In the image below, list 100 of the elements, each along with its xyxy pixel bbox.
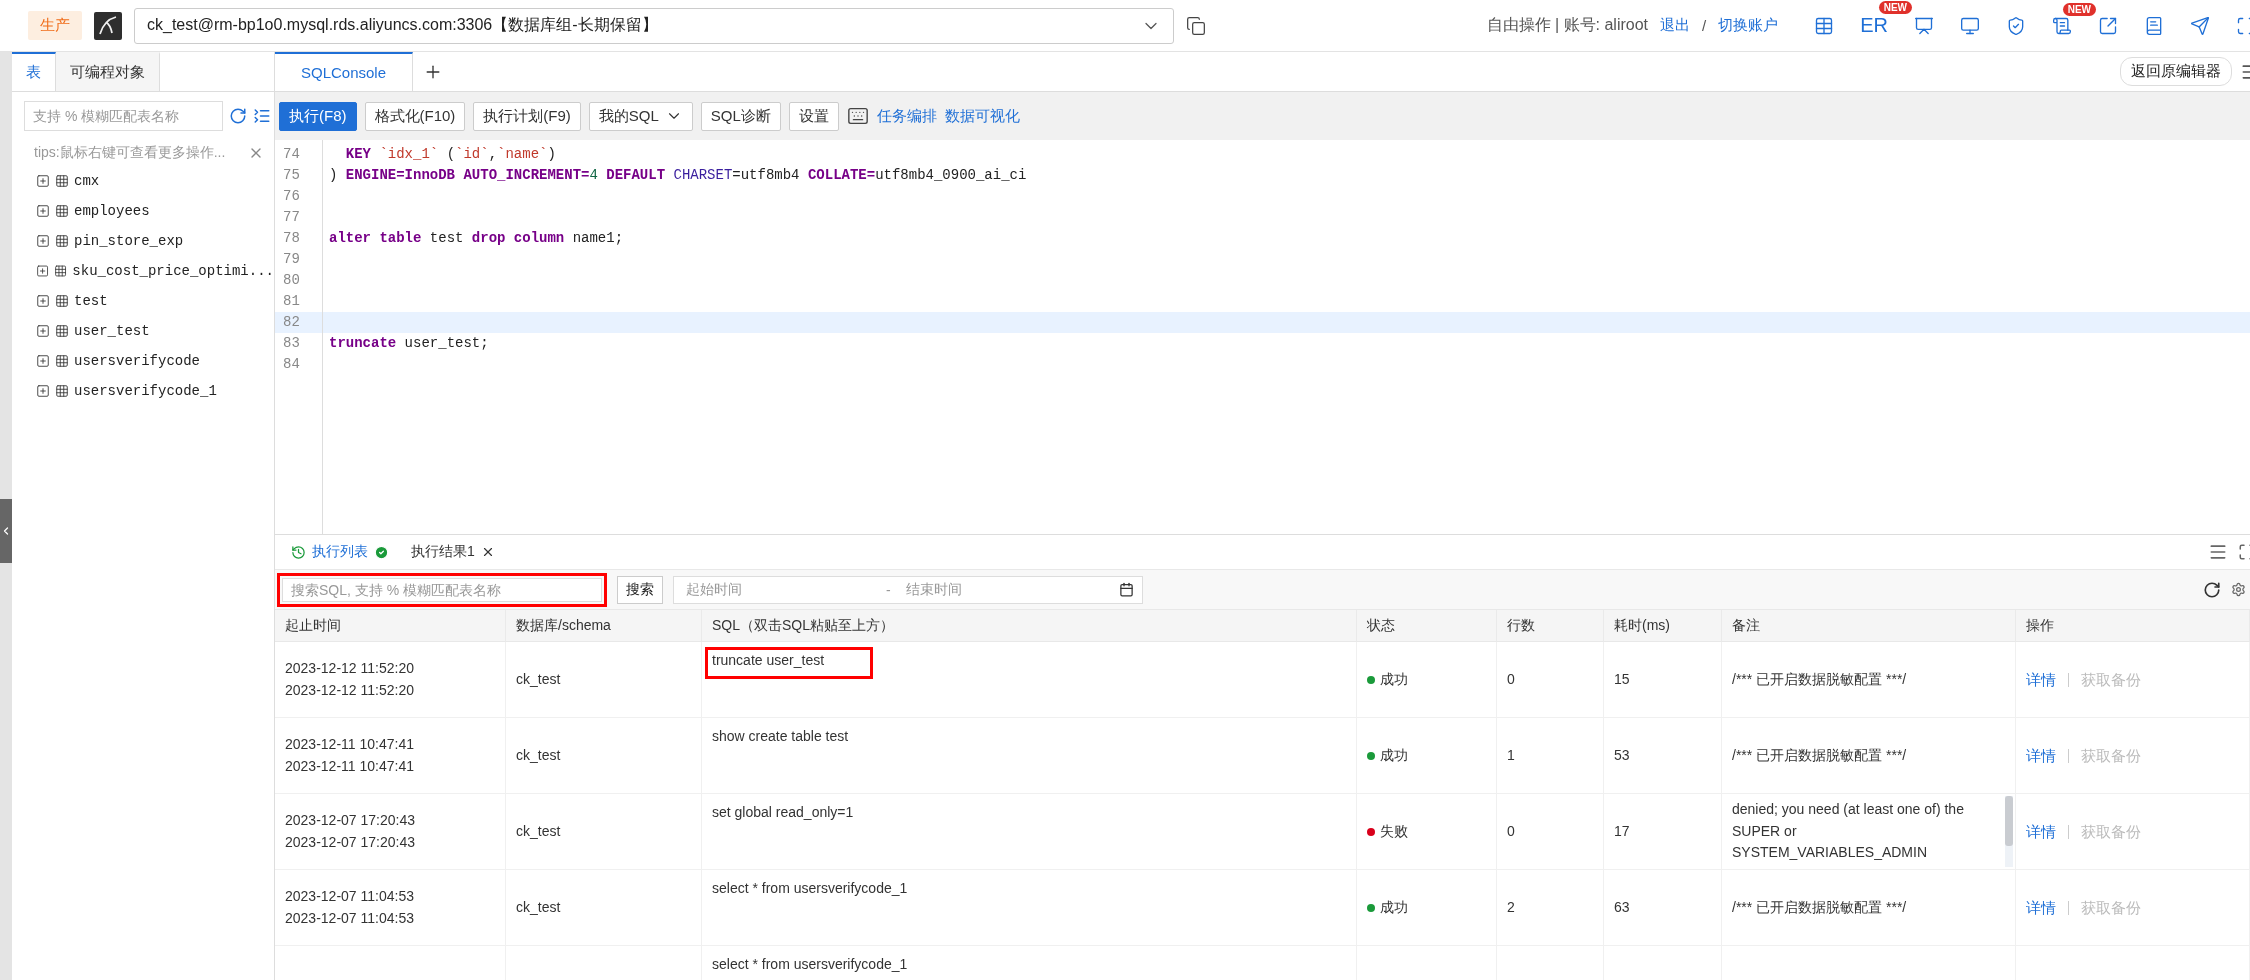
connection-select[interactable]: ck_test@rm-bp1o0.mysql.rds.aliyuncs.com:3306【数据库组-长期保留】 bbox=[134, 7, 1174, 44]
remark-text: /*** 已开启数据脱敏配置 ***/ bbox=[1732, 897, 1908, 917]
table-icon bbox=[55, 384, 69, 398]
book-icon[interactable] bbox=[2144, 15, 2164, 36]
table-name[interactable]: cmx bbox=[74, 173, 100, 189]
column-header: 耗时(ms) bbox=[1604, 610, 1722, 642]
line-number: 80 bbox=[282, 271, 301, 290]
table-name[interactable]: user_test bbox=[74, 323, 150, 339]
line-number: 76 bbox=[282, 187, 301, 206]
toolbar-button[interactable]: SQL诊断 bbox=[700, 101, 781, 131]
line-number: 77 bbox=[282, 208, 301, 227]
toolbar-link[interactable]: 任务编排 bbox=[876, 106, 937, 126]
schema-name: ck_test bbox=[516, 821, 562, 841]
table-name[interactable]: employees bbox=[74, 203, 150, 219]
link-separator: / bbox=[1702, 17, 1707, 34]
fullscreen-icon[interactable] bbox=[2236, 15, 2250, 36]
er-diagram-button[interactable]: ER bbox=[1860, 14, 1888, 37]
table-name[interactable]: usersverifycode_1 bbox=[74, 383, 217, 399]
action-link[interactable]: 详情 bbox=[2026, 819, 2056, 844]
line-number: 81 bbox=[282, 292, 301, 311]
sql-text[interactable]: set global read_only=1 bbox=[712, 804, 854, 820]
start-time: 2023-12-11 10:47:41 bbox=[285, 734, 415, 754]
switch-account-link[interactable]: 切换账户 bbox=[1718, 16, 1779, 35]
logout-link[interactable]: 退出 bbox=[1660, 16, 1691, 35]
column-header: 操作 bbox=[2016, 610, 2250, 642]
code-line: alter table test drop column name1; bbox=[328, 229, 625, 248]
remark-text: /*** 已开启数据脱敏配置 ***/ bbox=[1732, 745, 1908, 765]
expand-icon[interactable] bbox=[36, 354, 50, 368]
external-link-icon[interactable] bbox=[2098, 15, 2118, 36]
expand-icon[interactable] bbox=[36, 204, 50, 218]
end-time: 2023-12-07 17:20:43 bbox=[285, 832, 416, 852]
toolbar-button[interactable]: 格式化(F10) bbox=[364, 101, 466, 131]
sidebar-tab[interactable]: 表 bbox=[12, 52, 56, 91]
search-button[interactable]: 搜索 bbox=[617, 575, 663, 604]
sql-text[interactable]: select * from usersverifycode_1 bbox=[712, 956, 908, 972]
sql-text[interactable]: truncate user_test bbox=[712, 652, 825, 668]
expand-icon[interactable] bbox=[36, 174, 50, 188]
monitor-icon[interactable] bbox=[1960, 15, 1980, 36]
expand-icon[interactable] bbox=[36, 234, 50, 248]
line-number: 75 bbox=[282, 166, 301, 185]
column-header: 行数 bbox=[1497, 610, 1604, 642]
table-search-field[interactable]: 支持 % 模糊匹配表名称 bbox=[24, 101, 223, 131]
tip-text: tips:鼠标右键可查看更多操作... bbox=[34, 144, 226, 162]
result-tab[interactable]: 执行结果1 bbox=[405, 543, 501, 561]
start-time: 2023-12-07 17:20:43 bbox=[285, 810, 416, 830]
console-tab[interactable]: SQLConsole bbox=[275, 52, 414, 91]
toolbar-button[interactable]: 执行计划(F9) bbox=[473, 101, 581, 131]
table-name[interactable]: pin_store_exp bbox=[74, 233, 184, 249]
remark-text: denied; you need (at least one of) the SUPER or SYSTEM_VARIABLES_ADMIN bbox=[1732, 799, 1965, 863]
settings-icon[interactable] bbox=[2231, 582, 2246, 597]
end-time: 2023-12-12 11:52:20 bbox=[285, 680, 415, 700]
row-count: 1 bbox=[1507, 745, 1516, 765]
status-text: 成功 bbox=[1380, 669, 1408, 689]
action-link[interactable]: 详情 bbox=[2026, 743, 2056, 768]
line-number: 79 bbox=[282, 250, 301, 269]
line-number: 74 bbox=[282, 145, 301, 164]
table-icon[interactable] bbox=[1814, 15, 1835, 36]
toolbar-button[interactable]: 设置 bbox=[788, 101, 839, 131]
database-logo-icon bbox=[94, 11, 122, 40]
result-tab[interactable]: 执行列表 bbox=[285, 543, 395, 561]
copy-icon[interactable] bbox=[1186, 15, 1206, 36]
sql-text[interactable]: show create table test bbox=[712, 728, 849, 744]
end-time: 2023-12-07 11:04:53 bbox=[285, 908, 415, 928]
send-icon[interactable] bbox=[2190, 15, 2210, 36]
refresh-icon[interactable] bbox=[2203, 580, 2221, 599]
code-line: ) ENGINE=InnoDB AUTO_INCREMENT=4 DEFAULT CHARSET=utf8mb4 COLLATE=utf8mb4_0900_ai_ci bbox=[328, 166, 1028, 185]
action-link[interactable]: 详情 bbox=[2026, 895, 2056, 920]
table-name[interactable]: usersverifycode bbox=[74, 353, 201, 369]
table-name[interactable]: sku_cost_price_optimi... bbox=[72, 263, 274, 279]
sql-search-field[interactable]: 搜索SQL, 支持 % 模糊匹配表名称 bbox=[282, 577, 602, 602]
keyboard-icon[interactable] bbox=[846, 105, 869, 127]
column-header: 状态 bbox=[1357, 610, 1497, 642]
expand-icon[interactable] bbox=[36, 294, 50, 308]
collapse-handle[interactable] bbox=[0, 499, 12, 563]
duration: 15 bbox=[1614, 669, 1631, 689]
expand-icon[interactable] bbox=[36, 384, 50, 398]
expand-icon[interactable] bbox=[36, 264, 50, 278]
shield-check-icon[interactable] bbox=[2006, 15, 2026, 36]
back-to-editor-button[interactable]: 返回原编辑器 bbox=[2120, 57, 2232, 86]
status-text: 成功 bbox=[1380, 745, 1408, 765]
action-link[interactable]: 详情 bbox=[2026, 667, 2056, 692]
sql-text[interactable]: select * from usersverifycode_1 bbox=[712, 880, 908, 896]
menu-icon[interactable] bbox=[2208, 542, 2228, 562]
calendar-icon[interactable] bbox=[1119, 582, 1134, 597]
presentation-icon[interactable] bbox=[1914, 15, 1934, 36]
document-icon[interactable] bbox=[2052, 15, 2072, 36]
collapse-list-icon[interactable] bbox=[253, 107, 271, 125]
table-name[interactable]: test bbox=[74, 293, 108, 309]
start-time: 2023-12-12 11:52:20 bbox=[285, 658, 415, 678]
run-button[interactable]: 执行(F8) bbox=[279, 101, 357, 131]
toolbar-link[interactable]: 数据可视化 bbox=[944, 106, 1020, 126]
expand-icon[interactable] bbox=[36, 324, 50, 338]
dropdown-button[interactable]: 我的SQL bbox=[588, 101, 693, 131]
sidebar-tab[interactable]: 可编程对象 bbox=[56, 52, 160, 91]
line-number: 78 bbox=[282, 229, 301, 248]
table-icon bbox=[54, 264, 68, 278]
line-number: 84 bbox=[282, 355, 301, 374]
column-header: SQL（双击SQL粘贴至上方） bbox=[702, 610, 1357, 642]
scrollbar[interactable] bbox=[2005, 796, 2013, 867]
line-number: 83 bbox=[282, 334, 301, 353]
